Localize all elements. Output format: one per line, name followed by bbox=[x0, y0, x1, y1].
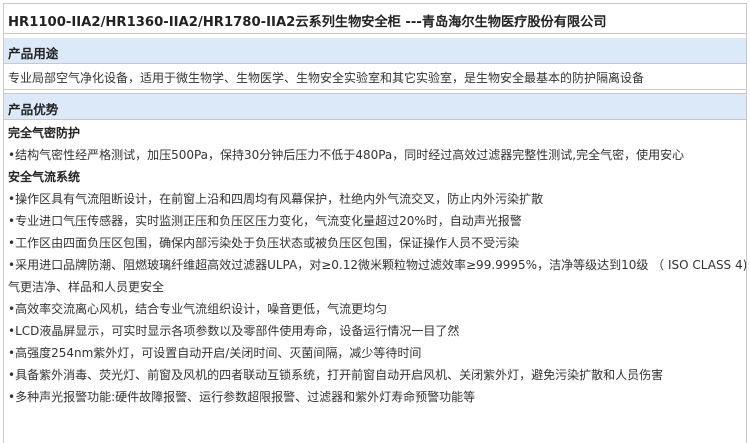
usage-heading: 产品用途 bbox=[3, 38, 747, 64]
group-title-airflow: 安全气流系统 bbox=[8, 170, 81, 184]
list-item: •多种声光报警功能:硬件故障报警、运行参数超限报警、过滤器和紫外灯寿命预警功能等 bbox=[8, 390, 476, 404]
list-item: •工作区由四面负压区包围，确保内部污染处于负压状态或被负压区包围，保证操作人员不… bbox=[8, 236, 520, 250]
page-title: HR1100-IIA2/HR1360-IIA2/HR1780-IIA2云系列生物… bbox=[3, 3, 747, 34]
list-item: •高强度254nm紫外灯，可设置自动开启/关闭时间、灭菌间隔，减少等待时间 bbox=[8, 346, 422, 360]
list-item: •操作区具有气流阻断设计，在前窗上沿和四周均有风幕保护，杜绝内外气流交叉，防止内… bbox=[8, 192, 544, 206]
list-item: •高效率交流离心风机，结合专业气流组织设计，噪音更低，气流更均匀 bbox=[8, 302, 388, 316]
list-item: •专业进口气压传感器，实时监测正压和负压区压力变化，气流变化量超过20%时，自动… bbox=[8, 214, 522, 228]
usage-text: 专业局部空气净化设备，适用于微生物学、生物医学、生物安全实验室和其它实验室，是生… bbox=[3, 64, 747, 90]
list-item: •采用进口品牌防潮、阻燃玻璃纤维超高效过滤器ULPA，对≥0.12微米颗粒物过滤… bbox=[8, 258, 746, 272]
list-item: 气更洁净、样品和人员更安全 bbox=[8, 280, 165, 294]
list-item: •具备紫外消毒、荧光灯、前窗及风机的四者联动互锁系统，打开前窗自动开启风机、关闭… bbox=[8, 368, 664, 382]
product-page: HR1100-IIA2/HR1360-IIA2/HR1780-IIA2云系列生物… bbox=[0, 0, 750, 443]
group-title-airtight: 完全气密防护 bbox=[8, 126, 81, 140]
advantages-heading: 产品优势 bbox=[3, 94, 747, 120]
list-item: •结构气密性经严格测试，加压500Pa，保持30分钟后压力不低于480Pa，同时… bbox=[8, 148, 685, 162]
list-item: •LCD液晶屏显示，可实时显示各项参数以及零部件使用寿命，设备运行情况一目了然 bbox=[8, 324, 460, 338]
advantages-body: 完全气密防护 •结构气密性经严格测试，加压500Pa，保持30分钟后压力不低于4… bbox=[3, 120, 747, 443]
